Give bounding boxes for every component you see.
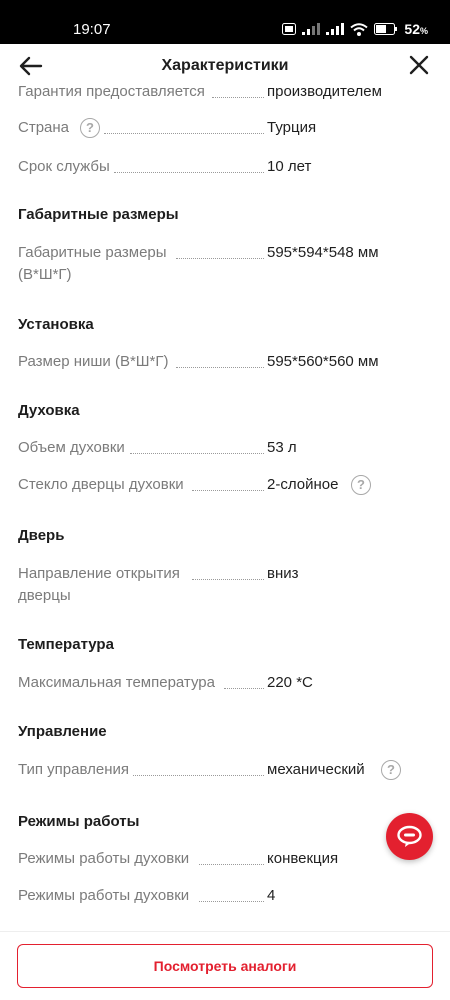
spec-row-oven-volume: Объем духовки 53 л [0, 437, 450, 461]
close-icon [409, 55, 429, 75]
dotted-leader [199, 901, 264, 902]
status-time: 19:07 [73, 21, 111, 38]
spec-row-warranty: Гарантия предоставляется производителем [0, 86, 450, 105]
section-title-control: Управление [18, 723, 107, 740]
spec-label: Страна [18, 119, 70, 136]
spec-value: 4 [267, 887, 276, 904]
spec-label: Стекло дверцы духовки [18, 476, 184, 493]
dotted-leader [192, 579, 264, 580]
spec-row-country: Страна ? Турция [0, 117, 450, 141]
specs-list[interactable]: Гарантия предоставляется производителем … [0, 86, 450, 931]
dotted-leader [104, 133, 264, 134]
spec-value: 53 л [267, 439, 297, 456]
signal-icon [326, 23, 345, 35]
spec-value: Турция [267, 119, 317, 136]
spec-label: Размер ниши (В*Ш*Г) [18, 353, 169, 370]
spec-label: Срок службы [18, 158, 110, 175]
spec-row-oven-modes-count: Режимы работы духовки 4 [0, 885, 450, 909]
spec-row-niche-size: Размер ниши (В*Ш*Г) 595*560*560 мм [0, 351, 450, 375]
dotted-leader [133, 775, 264, 776]
section-title-installation: Установка [18, 316, 94, 333]
signal-icon [302, 23, 321, 35]
bottom-bar: Посмотреть аналоги [0, 931, 450, 1000]
page-title: Характеристики [161, 57, 289, 74]
spec-label: Гарантия предоставляется [18, 86, 205, 100]
spec-row-service-life: Срок службы 10 лет [0, 156, 450, 180]
spec-value: 595*560*560 мм [267, 353, 379, 370]
status-icons: 52% [282, 21, 428, 37]
spec-row-door-opening: Направление открытия дверцы вниз [0, 563, 450, 611]
section-title-door: Дверь [18, 527, 65, 544]
section-title-oven: Духовка [18, 402, 80, 419]
spec-row-dimensions: Габаритные размеры (В*Ш*Г) 595*594*548 мм [0, 242, 450, 290]
spec-value: производителем [267, 86, 382, 100]
dotted-leader [199, 864, 264, 865]
dotted-leader [192, 490, 264, 491]
spec-value: вниз [267, 565, 299, 582]
dotted-leader [224, 688, 264, 689]
spec-row-max-temperature: Максимальная температура 220 *С [0, 672, 450, 696]
app-header: Характеристики [0, 44, 450, 86]
spec-value: 2-слойное [267, 476, 339, 493]
spec-label: Тип управления [18, 761, 129, 778]
help-icon[interactable]: ? [351, 475, 371, 495]
dotted-leader [176, 367, 264, 368]
volte-icon [282, 23, 297, 35]
spec-label: Габаритные размеры (В*Ш*Г) [18, 244, 167, 283]
spec-label: Режимы работы духовки [18, 887, 190, 904]
spec-label: Максимальная температура [18, 674, 215, 691]
spec-label: Объем духовки [18, 439, 125, 456]
dotted-leader [212, 97, 264, 98]
spec-value: 595*594*548 мм [267, 244, 379, 261]
dotted-leader [130, 453, 264, 454]
spec-row-oven-glass: Стекло дверцы духовки 2-слойное ? [0, 474, 450, 498]
chat-button[interactable] [386, 813, 433, 860]
help-icon[interactable]: ? [80, 118, 100, 138]
status-bar: 19:07 52% [0, 0, 450, 44]
spec-row-oven-modes: Режимы работы духовки конвекция [0, 848, 450, 872]
spec-value: 10 лет [267, 158, 312, 175]
section-title-modes: Режимы работы [18, 813, 140, 830]
section-title-dimensions: Габаритные размеры [18, 206, 179, 223]
spec-label: Направление открытия дверцы [18, 565, 180, 604]
wifi-icon [350, 22, 369, 36]
spec-label: Режимы работы духовки [18, 850, 190, 867]
close-button[interactable] [408, 54, 430, 76]
dotted-leader [176, 258, 264, 259]
spec-value: механический [267, 761, 365, 778]
chat-icon [397, 825, 422, 847]
section-title-temperature: Температура [18, 636, 114, 653]
spec-value: конвекция [267, 850, 339, 867]
spec-value: 220 *С [267, 674, 313, 691]
battery-percent: 52% [404, 21, 428, 37]
help-icon[interactable]: ? [381, 760, 401, 780]
spec-row-control-type: Тип управления механический ? [0, 759, 450, 783]
view-analogs-button[interactable]: Посмотреть аналоги [17, 944, 433, 988]
battery-icon [374, 23, 398, 35]
dotted-leader [114, 172, 264, 173]
